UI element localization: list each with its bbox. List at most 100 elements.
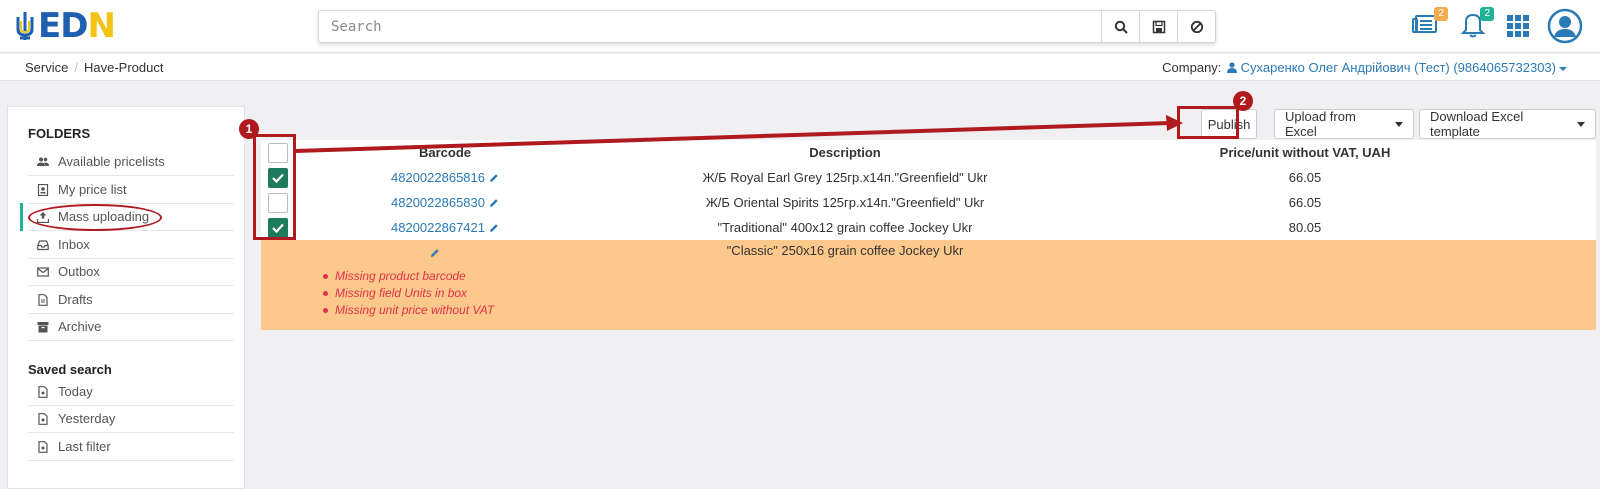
saved-search-last-filter[interactable]: Last filter	[28, 433, 234, 461]
pencil-icon[interactable]	[489, 191, 499, 217]
table-row: 4820022865830 Ж/Б Oriental Spirits 125гр…	[261, 190, 1596, 216]
search-input[interactable]	[319, 11, 1101, 42]
caret-down-icon	[1559, 66, 1567, 71]
annotation-step-2: 2	[1233, 91, 1253, 111]
folders-heading: FOLDERS	[28, 126, 91, 141]
saved-search-yesterday[interactable]: Yesterday	[28, 405, 234, 433]
column-header-barcode: Barcode	[418, 145, 472, 160]
description-cell: Ж/Б Oriental Spirits 125гр.x14п."Greenfi…	[705, 195, 985, 210]
logo-letter-d: D	[60, 6, 88, 46]
barcode-cell: 4820022865830	[295, 190, 595, 216]
caret-down-icon	[1577, 121, 1585, 127]
sidebar-item-inbox[interactable]: Inbox	[28, 231, 234, 259]
users-icon	[37, 157, 49, 166]
notifications-button[interactable]: 2	[1458, 7, 1494, 42]
column-header-description: Description	[809, 145, 881, 160]
main-content: Publish Upload from Excel Download Excel…	[261, 106, 1596, 489]
description-cell: "Classic" 250x16 grain coffee Jockey Ukr	[726, 243, 964, 258]
logo-letter-e: E	[38, 6, 61, 46]
sidebar: FOLDERS Available pricelists My price li…	[7, 106, 245, 489]
bell-badge: 2	[1480, 7, 1494, 21]
save-icon	[1152, 20, 1165, 33]
error-item: Missing product barcode	[321, 268, 494, 285]
upload-from-excel-button[interactable]: Upload from Excel	[1274, 109, 1414, 139]
company-selector[interactable]: Company: Сухаренко Олег Андрійович (Тест…	[1162, 60, 1567, 75]
barcode-link[interactable]: 4820022865816	[391, 170, 485, 185]
clear-search-button[interactable]	[1177, 11, 1215, 42]
user-icon	[1227, 62, 1238, 73]
sidebar-item-outbox[interactable]: Outbox	[28, 258, 234, 286]
price-cell: 66.05	[1288, 170, 1322, 185]
annotation-step-1: 1	[239, 119, 259, 139]
search-bar	[318, 10, 1216, 43]
error-item: Missing unit price without VAT	[321, 302, 494, 319]
annotation-box-checkboxes	[253, 134, 296, 240]
sidebar-item-label: Archive	[58, 319, 102, 334]
saved-search-today[interactable]: Today	[28, 378, 234, 406]
sidebar-item-archive[interactable]: Archive	[28, 313, 234, 341]
edin-logo[interactable]: EDN	[14, 9, 116, 43]
file-icon	[38, 293, 48, 306]
sidebar-item-label: Last filter	[58, 439, 111, 454]
company-label: Company:	[1162, 60, 1222, 75]
user-avatar-icon	[1547, 8, 1583, 44]
save-search-button[interactable]	[1139, 11, 1177, 42]
clear-icon	[1190, 20, 1203, 33]
sidebar-item-label: Today	[58, 384, 93, 399]
caret-down-icon	[1395, 121, 1403, 127]
barcode-cell: 4820022867421	[295, 215, 595, 241]
table-row: 4820022865816 Ж/Б Royal Earl Grey 125гр.…	[261, 165, 1596, 191]
user-menu-button[interactable]	[1547, 8, 1583, 47]
error-list: Missing product barcode Missing field Un…	[321, 268, 494, 319]
annotation-box-publish	[1177, 106, 1239, 139]
pencil-icon[interactable]	[489, 166, 499, 192]
breadcrumb-service[interactable]: Service	[25, 60, 68, 75]
news-badge: 2	[1434, 7, 1448, 21]
sidebar-item-drafts[interactable]: Drafts	[28, 286, 234, 314]
sidebar-item-available-pricelists[interactable]: Available pricelists	[28, 148, 234, 176]
archive-icon	[37, 321, 49, 332]
download-excel-template-button[interactable]: Download Excel template	[1419, 109, 1596, 139]
inbox-icon	[37, 239, 49, 250]
sidebar-item-label: Available pricelists	[58, 154, 165, 169]
barcode-link[interactable]: 4820022865830	[391, 195, 485, 210]
annotation-oval-mass-uploading	[28, 204, 162, 231]
top-navbar: EDN 2 2	[0, 0, 1600, 53]
apps-grid-icon	[1507, 15, 1529, 37]
file-icon	[38, 440, 48, 453]
company-value[interactable]: Сухаренко Олег Андрійович (Тест) (986406…	[1241, 60, 1556, 75]
table-row: 4820022867421 "Traditional" 400x12 grain…	[261, 215, 1596, 241]
error-item: Missing field Units in box	[321, 285, 494, 302]
barcode-cell: 4820022865816	[295, 165, 595, 191]
envelope-icon	[37, 266, 49, 277]
download-template-label: Download Excel template	[1430, 109, 1524, 139]
barcode-link[interactable]: 4820022867421	[391, 220, 485, 235]
logo-letter-n: N	[87, 6, 115, 46]
sidebar-item-label: Outbox	[58, 264, 100, 279]
column-header-price: Price/unit without VAT, UAH	[1219, 145, 1391, 160]
news-button[interactable]: 2	[1412, 7, 1448, 42]
trident-icon	[16, 12, 34, 40]
breadcrumb-have-product: Have-Product	[83, 60, 164, 75]
saved-search-heading: Saved search	[28, 362, 112, 377]
upload-from-excel-label: Upload from Excel	[1285, 109, 1356, 139]
sidebar-item-my-price-list[interactable]: My price list	[28, 176, 234, 204]
active-indicator	[20, 203, 23, 231]
table-header: Barcode Description Price/unit without V…	[261, 140, 1596, 166]
file-icon	[38, 385, 48, 398]
search-button[interactable]	[1101, 11, 1139, 42]
description-cell: Ж/Б Royal Earl Grey 125гр.x14п."Greenfie…	[702, 170, 988, 185]
search-icon	[1114, 20, 1128, 34]
pencil-icon[interactable]	[489, 216, 499, 242]
sidebar-item-label: Inbox	[58, 237, 90, 252]
pricelist-icon	[37, 183, 49, 196]
breadcrumb-bar: Service / Have-Product Company: Сухаренко …	[0, 54, 1600, 81]
file-icon	[38, 412, 48, 425]
price-cell: 66.05	[1288, 195, 1322, 210]
error-row: "Classic" 250x16 grain coffee Jockey Ukr…	[261, 240, 1596, 330]
sidebar-item-label: Yesterday	[58, 411, 116, 426]
breadcrumb: Service / Have-Product	[25, 60, 164, 75]
apps-button[interactable]	[1506, 14, 1530, 41]
pencil-icon[interactable]	[430, 246, 440, 261]
price-cell: 80.05	[1288, 220, 1322, 235]
